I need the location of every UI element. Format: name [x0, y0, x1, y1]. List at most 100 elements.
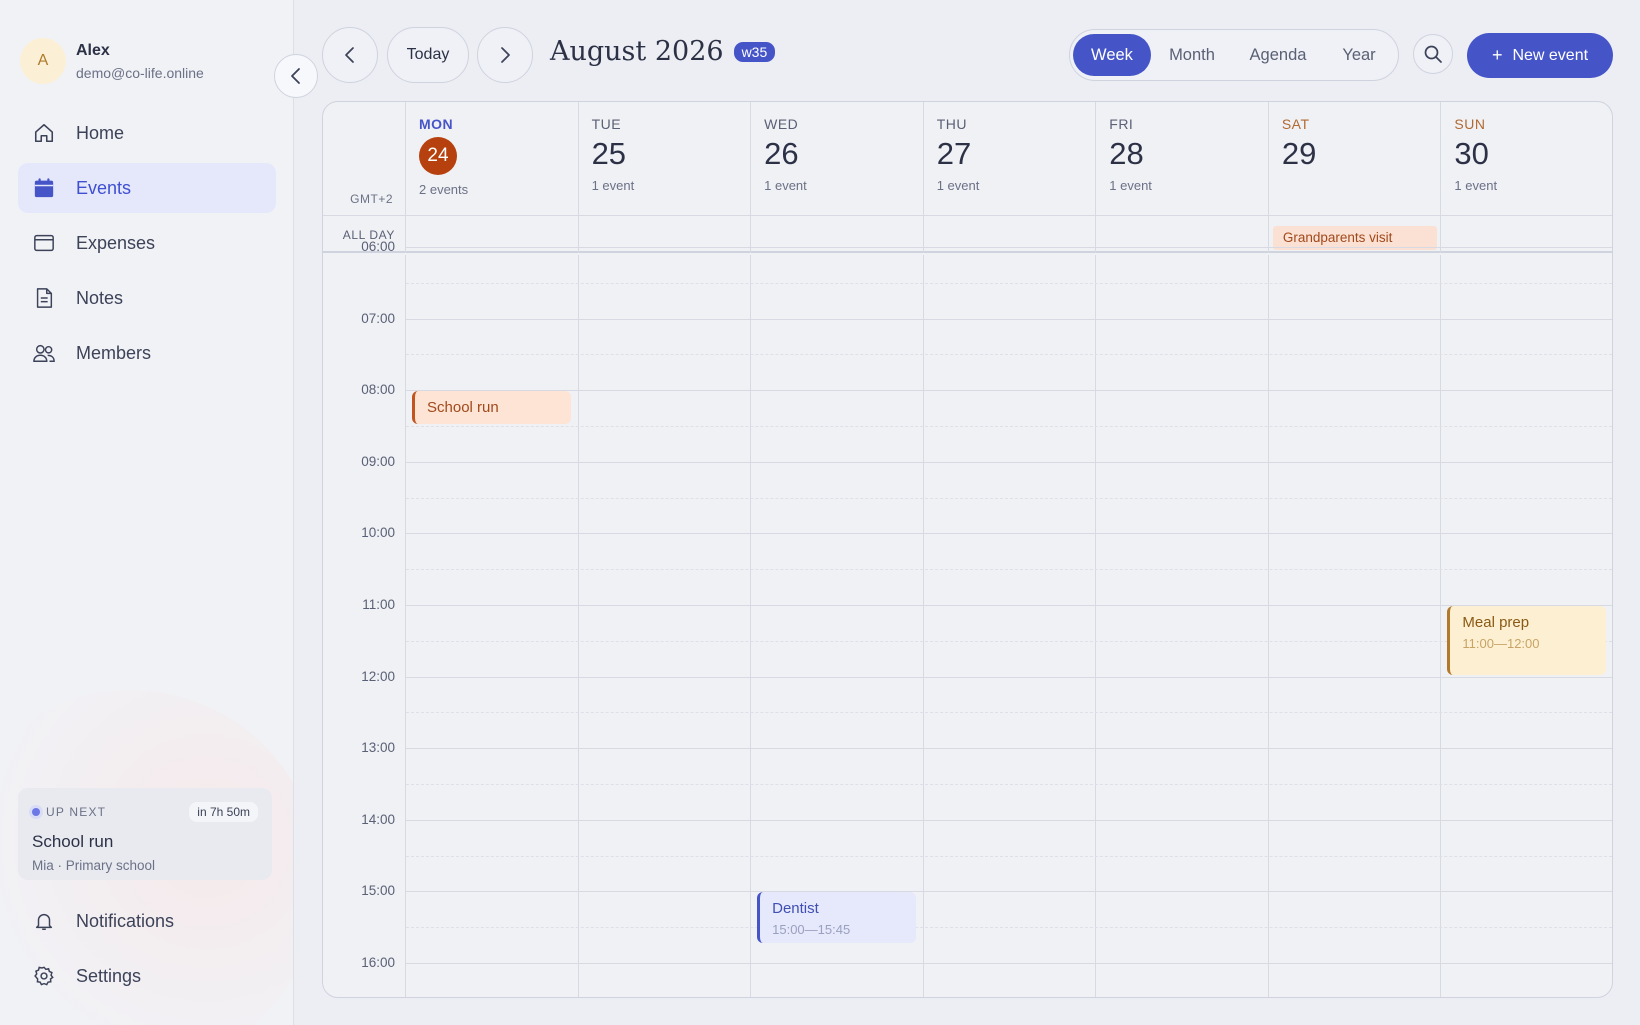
half-hour-line — [406, 784, 1612, 785]
event-block[interactable]: School run — [412, 391, 571, 424]
hour-line — [406, 390, 1612, 392]
sidebar-item-label: Notes — [76, 287, 124, 308]
sidebar-bottom-nav: Notifications Settings — [18, 896, 276, 1006]
time-label: 09:00 — [361, 453, 395, 469]
new-event-label: New event — [1512, 46, 1589, 64]
members-icon — [32, 341, 56, 365]
sidebar-item-home[interactable]: Home — [18, 108, 276, 158]
home-icon — [32, 121, 56, 145]
avatar: A — [20, 38, 66, 84]
time-label: 15:00 — [361, 883, 395, 899]
timezone-gutter: GMT+2 — [323, 102, 406, 216]
today-button[interactable]: Today — [387, 27, 469, 83]
sidebar-item-label: Home — [76, 122, 125, 143]
hour-line — [406, 891, 1612, 893]
day-event-count: 1 event — [936, 178, 980, 193]
user-name: Alex — [76, 41, 110, 59]
day-number: 27 — [936, 136, 972, 171]
day-name: MON — [419, 116, 454, 132]
column-divider — [1095, 255, 1097, 997]
day-header-mon[interactable]: MON 24 2 events — [406, 102, 579, 216]
time-label: 14:00 — [361, 811, 395, 827]
column-divider — [1267, 255, 1269, 997]
half-hour-line — [406, 640, 1612, 642]
day-name: THU — [936, 116, 967, 132]
chevron-left-icon — [291, 68, 300, 84]
up-next-label-wrap: UP NEXT — [32, 805, 106, 819]
event-time: 15:00—15:45 — [772, 922, 851, 938]
week-calendar: GMT+2 MON 24 2 events TUE 25 1 event WED 26 1 ev… — [322, 101, 1613, 998]
view-week-tab[interactable]: Week — [1073, 34, 1151, 76]
view-year-tab[interactable]: Year — [1323, 34, 1395, 76]
up-next-title: School run — [32, 832, 114, 851]
user-email: demo@co-life.online — [76, 64, 204, 81]
day-name: TUE — [591, 116, 622, 132]
calendar-icon — [32, 176, 56, 200]
time-label: 13:00 — [361, 740, 395, 756]
event-time: 11:00—12:00 — [1462, 636, 1540, 651]
day-name: WED — [764, 116, 799, 132]
sidebar: A Alex demo@co-life.online Home Events E… — [0, 0, 294, 1025]
event-title: Dentist — [772, 900, 819, 918]
half-hour-line — [406, 855, 1612, 857]
half-hour-line — [406, 282, 1612, 284]
hour-line — [406, 748, 1612, 750]
sidebar-nav: Home Events Expenses Notes Members — [18, 108, 276, 383]
sidebar-item-notifications[interactable]: Notifications — [18, 896, 276, 946]
calendar-header: GMT+2 MON 24 2 events TUE 25 1 event WED 26 1 ev… — [323, 102, 1612, 216]
status-dot — [32, 808, 40, 816]
month-title: August 2026 — [550, 36, 724, 67]
bell-icon — [32, 909, 56, 933]
column-divider — [405, 255, 406, 997]
hour-line — [406, 819, 1612, 821]
column-divider — [577, 255, 579, 997]
view-agenda-tab[interactable]: Agenda — [1233, 34, 1323, 76]
day-header-fri[interactable]: FRI 28 1 event — [1096, 102, 1269, 216]
hour-line — [406, 676, 1612, 678]
previous-week-button[interactable] — [322, 27, 378, 83]
day-header-sun[interactable]: SUN 30 1 event — [1441, 102, 1612, 216]
view-switcher: Week Month Agenda Year — [1069, 29, 1399, 81]
time-label: 06:00 — [361, 239, 395, 254]
user-profile[interactable]: A Alex demo@co-life.online — [20, 38, 204, 84]
week-badge: w35 — [733, 41, 776, 62]
new-event-button[interactable]: + New event — [1467, 33, 1613, 78]
view-month-tab[interactable]: Month — [1151, 34, 1233, 76]
up-next-card[interactable]: UP NEXT in 7h 50m School run Mia · Prima… — [18, 788, 272, 880]
day-name: SAT — [1281, 116, 1310, 132]
sidebar-item-notes[interactable]: Notes — [18, 273, 276, 323]
day-number: 24 — [419, 137, 457, 175]
day-header-wed[interactable]: WED 26 1 event — [751, 102, 924, 216]
half-hour-line — [406, 497, 1612, 499]
sidebar-item-label: Settings — [76, 965, 142, 986]
event-title: School run — [427, 399, 499, 417]
collapse-sidebar-button[interactable] — [274, 54, 318, 98]
day-header-tue[interactable]: TUE 25 1 event — [579, 102, 752, 216]
day-event-count: 1 event — [764, 178, 807, 193]
day-name: SUN — [1454, 116, 1486, 132]
sidebar-item-label: Members — [76, 342, 152, 363]
wallet-icon — [32, 231, 56, 255]
event-title: Meal prep — [1462, 614, 1530, 631]
sidebar-item-members[interactable]: Members — [18, 328, 276, 378]
day-event-count: 2 events — [419, 182, 469, 197]
day-header-thu[interactable]: THU 27 1 event — [924, 102, 1097, 216]
half-hour-line — [406, 712, 1612, 714]
sidebar-item-events[interactable]: Events — [18, 163, 276, 213]
sidebar-item-label: Events — [76, 177, 132, 198]
next-week-button[interactable] — [477, 27, 533, 83]
hour-line — [406, 533, 1612, 535]
sidebar-item-expenses[interactable]: Expenses — [18, 218, 276, 268]
note-icon — [32, 286, 56, 310]
day-header-sat[interactable]: SAT 29 — [1269, 102, 1442, 216]
event-block[interactable]: Meal prep 11:00—12:00 — [1447, 606, 1606, 675]
time-label: 11:00 — [362, 597, 395, 612]
sidebar-item-settings[interactable]: Settings — [18, 951, 276, 1001]
day-number: 25 — [591, 136, 627, 171]
column-divider — [750, 255, 752, 997]
chevron-right-icon — [501, 47, 510, 63]
countdown-badge: in 7h 50m — [189, 802, 258, 822]
search-button[interactable] — [1413, 34, 1453, 74]
time-grid[interactable]: 06:00 07:00 08:00 09:00 10:00 11:00 12:00 13:00… — [323, 239, 1612, 997]
event-block[interactable]: Dentist 15:00—15:45 — [757, 892, 916, 944]
